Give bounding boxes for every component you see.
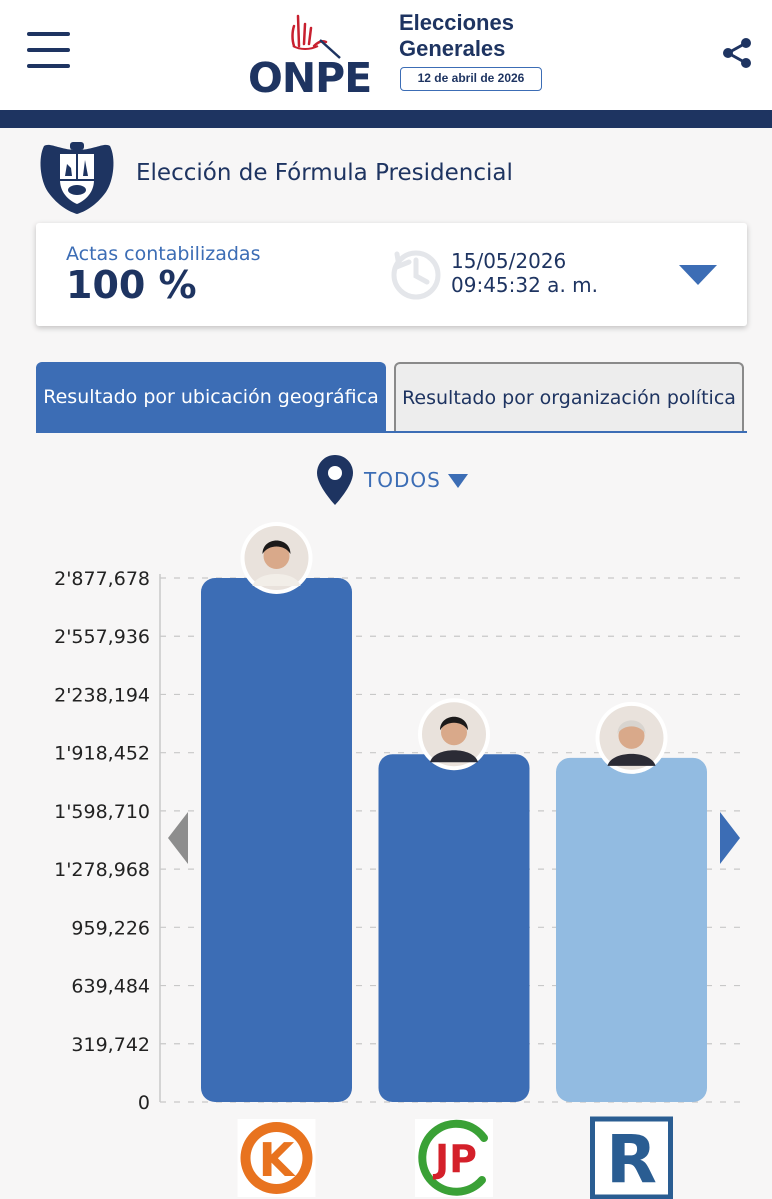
party-logo-letter: R (606, 1121, 657, 1198)
tab-organization[interactable]: Resultado por organización política (394, 362, 744, 432)
fuerza-popular-logo: K (237, 1119, 316, 1197)
bar-K[interactable] (201, 578, 352, 1102)
y-tick-label: 2'877,678 (54, 568, 150, 590)
juntos-por-el-peru-logo: JP (415, 1119, 493, 1197)
voting-hand-icon (291, 14, 341, 59)
update-datetime: 15/05/2026 09:45:32 a. m. (451, 249, 598, 297)
update-time: 09:45:32 a. m. (451, 273, 598, 297)
onpe-logo: ONPE (248, 10, 388, 102)
renovacion-popular-logo: R (590, 1116, 673, 1199)
status-card: Actas contabilizadas 100 % 15/05/2026 09… (36, 223, 747, 326)
app-header: ONPE Elecciones Generales 12 de abril de… (0, 0, 772, 110)
location-label: TODOS (364, 468, 441, 492)
actas-value: 100 % (66, 263, 197, 307)
party-logo-letter: JP (432, 1137, 477, 1181)
y-tick-label: 0 (138, 1092, 150, 1114)
election-title: Elecciones Generales (399, 10, 539, 62)
election-title-line2: Generales (399, 36, 506, 61)
election-title-line1: Elecciones (399, 10, 514, 35)
party-logo-letter: K (259, 1133, 297, 1187)
results-bar-chart: 0 319,742 639,484 959,226 1'278,968 1'598,710… (54, 522, 742, 1199)
y-axis: 0 319,742 639,484 959,226 1'278,968 1'598,710… (54, 568, 161, 1114)
candidate-avatar-2 (418, 698, 490, 771)
chart-bars (201, 578, 707, 1102)
bar-JP[interactable] (378, 754, 530, 1102)
peru-coat-of-arms-icon (40, 142, 114, 214)
y-tick-label: 319,742 (71, 1034, 150, 1056)
header-divider (0, 110, 772, 128)
y-tick-label: 1'918,452 (54, 743, 150, 765)
clock-history-icon (391, 250, 441, 300)
actas-label: Actas contabilizadas (66, 243, 261, 265)
logo-text: ONPE (248, 54, 372, 102)
chevron-down-icon[interactable] (679, 265, 717, 285)
y-tick-label: 2'557,936 (54, 626, 150, 648)
hamburger-menu-icon[interactable] (27, 32, 70, 68)
tab-geographic[interactable]: Resultado por ubicación geográfica (36, 362, 386, 432)
election-date-badge: 12 de abril de 2026 (400, 67, 542, 91)
y-tick-label: 1'598,710 (54, 801, 150, 823)
tabs-underline (36, 431, 747, 433)
y-tick-label: 2'238,194 (54, 684, 150, 706)
candidate-avatar-1 (240, 522, 313, 594)
bar-R[interactable] (556, 757, 707, 1102)
y-tick-label: 959,226 (71, 917, 150, 939)
location-selector[interactable]: TODOS (316, 454, 476, 506)
party-logos: K JP R (237, 1116, 673, 1199)
chart-prev-arrow-icon[interactable] (168, 812, 188, 864)
chevron-down-icon (448, 474, 468, 488)
y-tick-label: 639,484 (71, 976, 150, 998)
y-tick-label: 1'278,968 (54, 859, 150, 881)
share-icon[interactable] (720, 36, 754, 70)
candidate-avatar-3 (595, 701, 668, 774)
update-date: 15/05/2026 (451, 249, 567, 273)
page-title: Elección de Fórmula Presidencial (136, 160, 513, 186)
chart-next-arrow-icon[interactable] (720, 812, 740, 864)
location-pin-icon (317, 455, 353, 505)
